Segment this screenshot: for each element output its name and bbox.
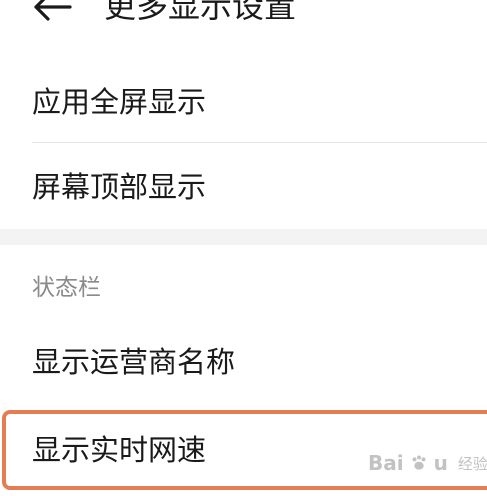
setting-item-label: 应用全屏显示 [32,85,207,119]
setting-item-label: 屏幕顶部显示 [32,170,207,204]
setting-item-screen-top[interactable]: 屏幕顶部显示 [0,143,487,229]
setting-item-show-carrier[interactable]: 显示运营商名称 [0,322,487,404]
arrow-left-icon[interactable] [32,0,72,22]
top-app-bar: 更多显示设置 [0,0,487,36]
watermark-brand-suffix: u [433,451,448,475]
watermark-sub: 经验 [457,454,487,473]
section-header-status-bar: 状态栏 [32,275,101,301]
page-title: 更多显示设置 [104,0,297,25]
baidu-watermark: Bai u 经验 [368,448,487,478]
setting-item-app-fullscreen[interactable]: 应用全屏显示 [0,58,487,142]
setting-item-label: 显示运营商名称 [32,345,236,379]
watermark-brand: Bai [368,451,404,475]
baidu-paw-icon [412,455,426,470]
group-separator [0,229,487,245]
setting-item-label: 显示实时网速 [32,433,207,467]
